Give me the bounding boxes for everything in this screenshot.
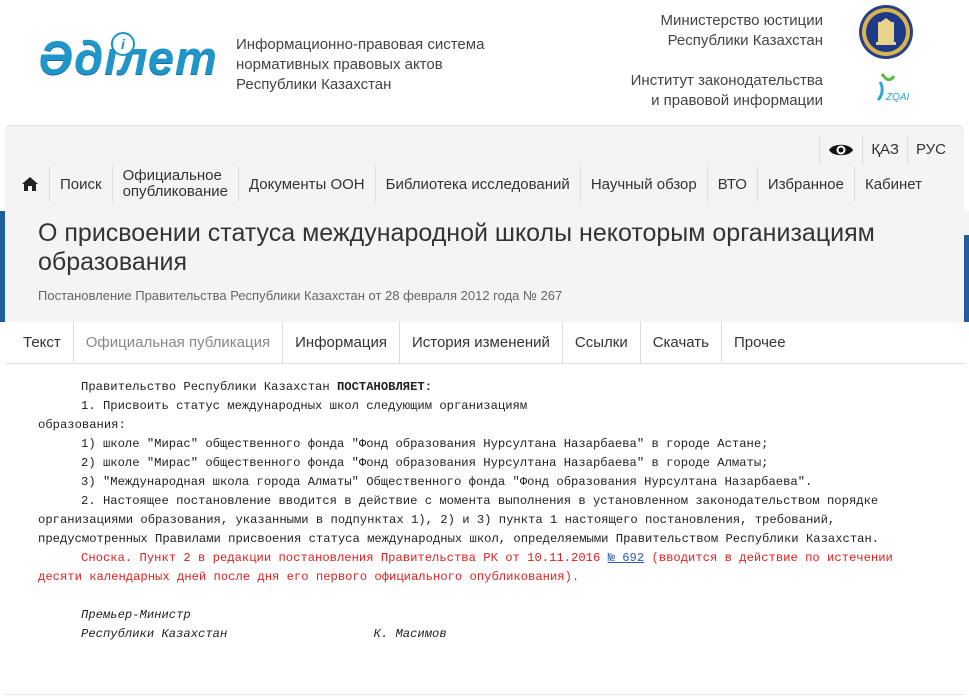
- tab-official-publication[interactable]: Официальная публикация: [72, 322, 282, 363]
- nav-favorites[interactable]: Избранное: [756, 166, 854, 202]
- nav-search[interactable]: Поиск: [49, 166, 112, 202]
- site-description-line: Республики Казахстан: [236, 76, 392, 93]
- nav-research-library[interactable]: Библиотека исследований: [374, 166, 580, 202]
- nav-cabinet[interactable]: Кабинет: [853, 166, 932, 202]
- nav-home[interactable]: [15, 166, 49, 202]
- tab-links[interactable]: Ссылки: [561, 322, 640, 363]
- tab-other[interactable]: Прочее: [720, 322, 798, 363]
- text-line: предусмотренных Правилами присвоения ста…: [38, 532, 880, 546]
- footnote-line: Сноска. Пункт 2 в редакции постановления…: [38, 549, 918, 568]
- text-line: организациями образования, указанными в …: [38, 513, 836, 527]
- divider: [5, 694, 964, 695]
- footnote-text: Сноска. Пункт 2 в редакции постановления…: [81, 551, 608, 565]
- site-description-line: нормативных правовых актов: [236, 56, 443, 73]
- nav-official-publication[interactable]: Официальное опубликование: [111, 166, 238, 202]
- text-line: 2) школе "Мирас" общественного фонда "Фо…: [81, 456, 769, 470]
- accent-bar-left: [0, 211, 5, 322]
- nav-scientific-review[interactable]: Научный обзор: [579, 166, 707, 202]
- lang-rus-link[interactable]: РУС: [908, 134, 954, 166]
- lang-kaz-link[interactable]: ҚАЗ: [863, 134, 907, 166]
- tab-text[interactable]: Текст: [5, 322, 73, 363]
- text-line: образования:: [38, 418, 126, 432]
- nav-official-line: Официальное: [122, 167, 222, 184]
- footnote-line: десяти календарных дней после дня его пе…: [38, 570, 580, 584]
- eye-icon: [829, 144, 854, 156]
- home-icon: [22, 177, 38, 191]
- tab-download[interactable]: Скачать: [639, 322, 721, 363]
- text-span: Правительство Республики Казахстан: [81, 380, 337, 394]
- ministry-link[interactable]: Министерство юстиции Республики Казахста…: [661, 11, 823, 51]
- text-bold: ПОСТАНОВЛЯЕТ:: [336, 380, 433, 394]
- nav-un-documents[interactable]: Документы ООН: [237, 166, 375, 202]
- tab-change-history[interactable]: История изменений: [398, 322, 562, 363]
- site-description: Информационно-правовая система нормативн…: [236, 35, 526, 95]
- nav-wto[interactable]: ВТО: [706, 166, 757, 202]
- ministry-emblem-icon[interactable]: [858, 4, 914, 60]
- main-nav: Поиск Официальное опубликование Документ…: [15, 166, 932, 202]
- tab-information[interactable]: Информация: [282, 322, 399, 363]
- zqai-label: ZQAI: [885, 92, 910, 103]
- institute-link[interactable]: Институт законодательства и правовой инф…: [631, 71, 823, 111]
- ministry-line: Министерство юстиции: [660, 12, 823, 29]
- site-header: Әділет i Информационно-правовая система …: [0, 0, 969, 125]
- document-text: Правительство Республики Казахстан ПОСТА…: [38, 378, 918, 644]
- main-nav-panel: ҚАЗ РУС Поиск Официальное опубликование …: [5, 125, 964, 212]
- text-line: 3) "Международная школа города Алматы" О…: [81, 475, 813, 489]
- ministry-line: Республики Казахстан: [667, 32, 823, 49]
- footnote-link[interactable]: № 692: [608, 551, 645, 565]
- institute-line: и правовой информации: [651, 92, 823, 109]
- text-line: 2. Настоящее постановление вводится в де…: [81, 494, 879, 508]
- signature-line: Республики Казахстан К. Масимов: [81, 627, 447, 641]
- footnote-text: (вводится в действие по истечении: [644, 551, 893, 565]
- text-line: 1. Присвоить статус международных школ с…: [81, 399, 528, 413]
- info-i-icon: i: [111, 32, 135, 56]
- nav-official-line: опубликование: [122, 183, 228, 200]
- institute-line: Институт законодательства: [630, 72, 823, 89]
- accent-bar-right: [964, 235, 969, 322]
- text-line: Правительство Республики Казахстан ПОСТА…: [38, 378, 918, 397]
- accessibility-eye-button[interactable]: [820, 134, 862, 166]
- language-bar: ҚАЗ РУС: [819, 134, 954, 166]
- signature-title: Премьер-Министр: [81, 608, 191, 622]
- zqai-logo-icon[interactable]: ZQAI: [868, 66, 914, 112]
- document-subtitle: Постановление Правительства Республики К…: [38, 288, 563, 303]
- document-title: О присвоении статуса международной школы…: [38, 219, 875, 276]
- document-tabs: Текст Официальная публикация Информация …: [5, 322, 964, 364]
- site-description-line: Информационно-правовая система: [236, 36, 485, 53]
- text-line: 1) школе "Мирас" общественного фонда "Фо…: [81, 437, 769, 451]
